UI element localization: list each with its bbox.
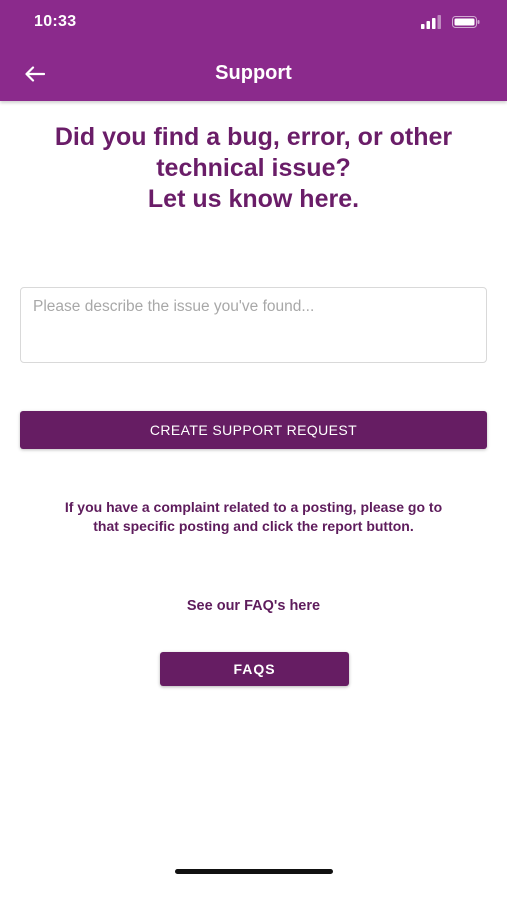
- headline-line-3: Let us know here.: [147, 185, 360, 213]
- status-time: 10:33: [34, 13, 77, 30]
- complaint-line-2: that specific posting and click the repo…: [93, 518, 414, 534]
- faqs-button[interactable]: FAQS: [160, 652, 349, 686]
- app-bar: 10:33 Support: [0, 0, 507, 101]
- headline-line-2: technical issue?: [156, 154, 351, 182]
- support-screen: 10:33 Support Did you find a bug, error,…: [0, 0, 507, 900]
- home-indicator[interactable]: [175, 869, 333, 874]
- complaint-line-1: If you have a complaint related to a pos…: [64, 499, 443, 515]
- support-headline: Did you find a bug, error, or other tech…: [20, 122, 487, 215]
- complaint-instructions: If you have a complaint related to a pos…: [20, 498, 487, 536]
- page-title: Support: [215, 62, 292, 84]
- faq-label: See our FAQ's here: [186, 598, 321, 614]
- battery-icon: [452, 16, 480, 28]
- cellular-signal-icon: [421, 15, 441, 29]
- headline-line-1: Did you find a bug, error, or other: [54, 123, 453, 151]
- issue-description-input[interactable]: [20, 287, 487, 363]
- create-support-request-button[interactable]: CREATE SUPPORT REQUEST: [20, 411, 487, 449]
